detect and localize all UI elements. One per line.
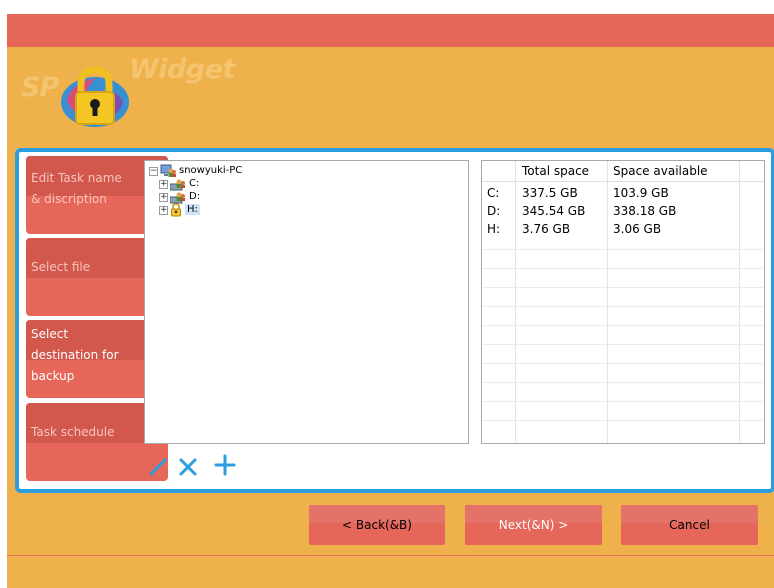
x-icon[interactable]: [177, 456, 199, 478]
drive-users-icon: [170, 179, 185, 190]
collapse-icon[interactable]: −: [149, 166, 158, 176]
next-button[interactable]: Next(&N) >: [465, 505, 602, 545]
cancel-button[interactable]: Cancel: [621, 505, 758, 545]
space-available: 103.9 GB: [613, 186, 669, 200]
plus-icon[interactable]: [214, 454, 236, 476]
drive-letter: C:: [487, 186, 500, 200]
drive-letter: D:: [487, 204, 501, 218]
total-space: 337.5 GB: [522, 186, 578, 200]
space-available: 338.18 GB: [613, 204, 677, 218]
logo-text-sp: SP: [21, 72, 59, 103]
space-available: 3.06 GB: [613, 222, 662, 236]
expand-icon[interactable]: +: [159, 205, 168, 215]
app-window: SP Widget Edit Task name & discription S…: [7, 14, 774, 588]
tree-node-drive[interactable]: + C:: [159, 177, 199, 191]
expand-icon[interactable]: +: [159, 179, 168, 189]
drive-space-table[interactable]: Total space Space available C: 337.5 GB …: [481, 160, 765, 444]
computer-users-icon: [160, 164, 176, 177]
table-header: Total space Space available: [482, 161, 764, 182]
column-header-space-available[interactable]: Space available: [613, 164, 708, 178]
drive-letter: H:: [487, 222, 501, 236]
total-space: 345.54 GB: [522, 204, 586, 218]
step-label: Edit Task name & discription: [31, 171, 122, 206]
step-label: Select destination for backup: [31, 327, 119, 383]
pencil-icon[interactable]: [147, 456, 169, 478]
destination-tree[interactable]: − snowyuki-PC + C: + D: + H:: [144, 160, 469, 444]
expand-icon[interactable]: +: [159, 192, 168, 202]
step-label: Select file: [31, 260, 91, 274]
step-label: Task schedule: [31, 425, 115, 439]
padlock-icon: [61, 66, 129, 127]
total-space: 3.76 GB: [522, 222, 571, 236]
logo-text-widget: Widget: [129, 54, 235, 85]
drive-users-icon: [170, 192, 185, 203]
main-panel: Edit Task name & discription Select file…: [15, 148, 774, 493]
back-button-label: < Back(&B): [342, 518, 412, 532]
lock-drive-icon: [171, 203, 181, 217]
footer-divider: [7, 555, 774, 556]
column-header-total-space[interactable]: Total space: [522, 164, 589, 178]
cancel-button-label: Cancel: [669, 518, 710, 532]
title-bar[interactable]: [7, 14, 774, 47]
next-button-label: Next(&N) >: [498, 518, 569, 532]
tree-node-computer[interactable]: − snowyuki-PC: [149, 164, 242, 178]
tree-node-drive-selected[interactable]: + H:: [159, 203, 200, 217]
tree-node-drive[interactable]: + D:: [159, 190, 200, 204]
back-button[interactable]: < Back(&B): [309, 505, 445, 545]
